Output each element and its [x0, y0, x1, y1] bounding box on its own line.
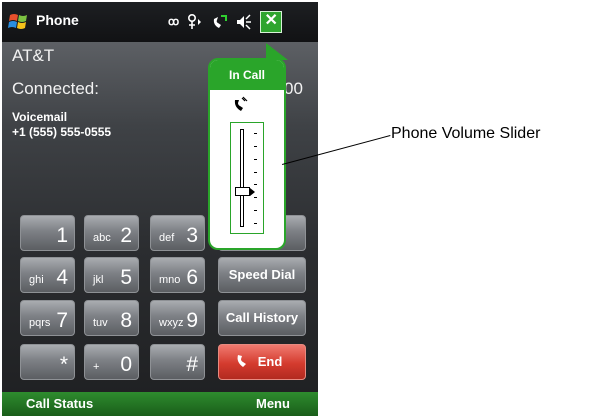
callout-label: Phone Volume Slider: [391, 125, 541, 142]
popup-header: In Call: [210, 60, 284, 90]
call-timer: 00: [284, 79, 303, 98]
voicemail-icon[interactable]: ꝏ: [168, 16, 179, 28]
slider-tick: [254, 223, 257, 224]
app-title: Phone: [36, 12, 79, 28]
speaker-icon[interactable]: [235, 13, 253, 31]
popup-title: In Call: [228, 68, 265, 82]
key-star[interactable]: *: [20, 344, 75, 380]
signal-icon[interactable]: [185, 13, 203, 31]
key-3[interactable]: def 3: [150, 215, 205, 251]
key-7[interactable]: pqrs 7: [20, 300, 75, 336]
close-icon[interactable]: ✕: [260, 11, 283, 33]
volume-popup: In Call: [208, 58, 286, 250]
status-icons: ꝏ ✕: [168, 10, 283, 34]
call-history-button[interactable]: Call History: [218, 300, 306, 336]
key-6[interactable]: mno 6: [150, 257, 205, 293]
key-5[interactable]: jkl 5: [84, 257, 139, 293]
key-1[interactable]: 1: [20, 215, 75, 251]
contact-number: +1 (555) 555-0555: [12, 125, 112, 139]
slider-tick: [254, 210, 257, 212]
key-0[interactable]: + 0: [84, 344, 139, 380]
key-2[interactable]: abc 2: [84, 215, 139, 251]
carrier-name: AT&T: [12, 46, 55, 65]
call-volume-icon: [234, 96, 248, 111]
slider-tick: [254, 184, 257, 186]
phone-screen: Phone ꝏ ✕ AT&T Connected: 00 Voicemail +…: [2, 2, 318, 416]
key-4[interactable]: ghi 4: [20, 257, 75, 293]
contact-name: Voicemail: [12, 110, 68, 124]
slider-tick: [254, 145, 257, 147]
key-hash[interactable]: #: [150, 344, 205, 380]
speed-dial-button[interactable]: Speed Dial: [218, 257, 306, 293]
call-status-softkey[interactable]: Call Status: [26, 396, 93, 411]
connection-status: Connected:: [12, 79, 99, 98]
slider-tick: [254, 158, 257, 160]
slider-track: [240, 129, 244, 227]
key-8[interactable]: tuv 8: [84, 300, 139, 336]
soft-key-bar: Call Status Menu: [2, 392, 318, 416]
slider-tick: [254, 133, 257, 134]
slider-tick: [254, 197, 257, 199]
menu-softkey[interactable]: Menu: [256, 396, 290, 411]
phone-volume-slider[interactable]: [230, 122, 264, 234]
key-9[interactable]: wxyz 9: [150, 300, 205, 336]
slider-tick: [254, 171, 257, 173]
title-bar: Phone ꝏ ✕: [2, 2, 318, 42]
windows-start-logo[interactable]: [8, 10, 32, 34]
slider-thumb[interactable]: [235, 186, 255, 196]
call-active-icon[interactable]: [210, 13, 228, 31]
end-call-button[interactable]: End: [218, 344, 306, 380]
